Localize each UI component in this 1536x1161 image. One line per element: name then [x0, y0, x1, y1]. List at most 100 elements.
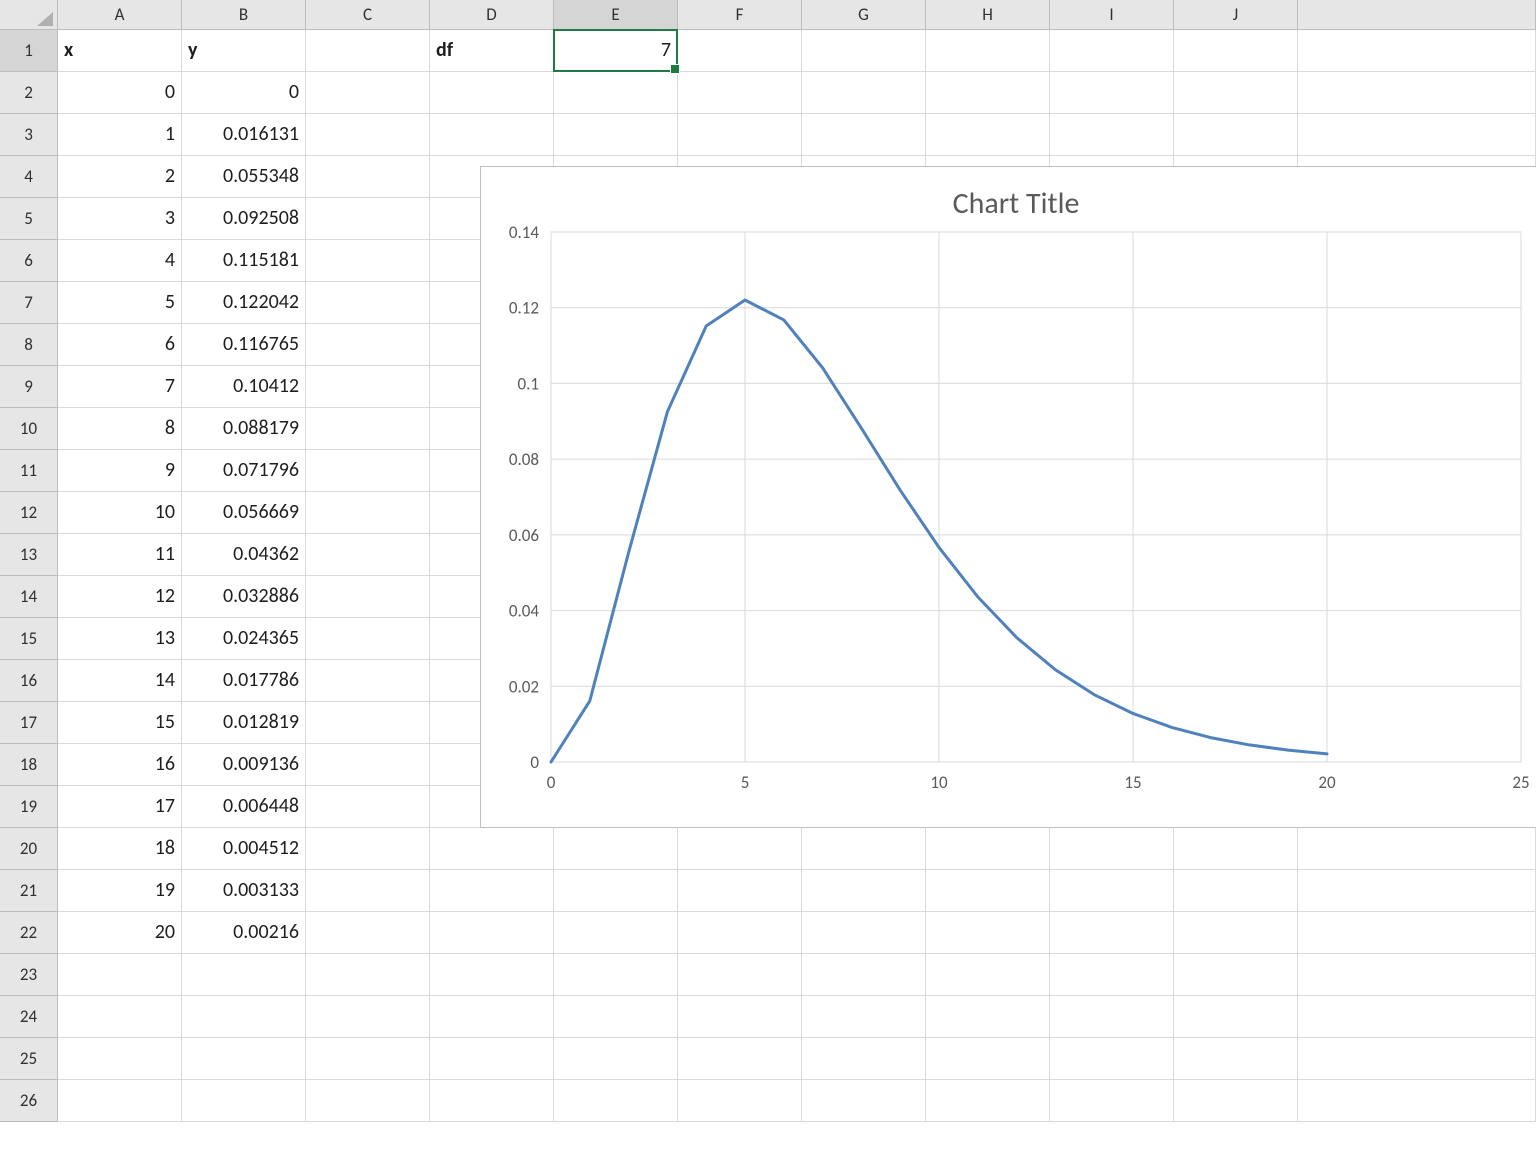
cell-E2[interactable] [554, 72, 678, 114]
col-header-I[interactable]: I [1050, 0, 1174, 29]
cell-A5[interactable]: 3 [58, 198, 182, 240]
col-header-H[interactable]: H [926, 0, 1050, 29]
cell-D24[interactable] [430, 996, 554, 1038]
cell-C7[interactable] [306, 282, 430, 324]
cell-H21[interactable] [926, 870, 1050, 912]
cell-I21[interactable] [1050, 870, 1174, 912]
cell-B10[interactable]: 0.088179 [182, 408, 306, 450]
cell-A4[interactable]: 2 [58, 156, 182, 198]
cell-H20[interactable] [926, 828, 1050, 870]
row-header-5[interactable]: 5 [0, 198, 58, 240]
cell-I3[interactable] [1050, 114, 1174, 156]
row-header-16[interactable]: 16 [0, 660, 58, 702]
cell-E24[interactable] [554, 996, 678, 1038]
cell-E1[interactable]: 7 [554, 30, 678, 72]
row-header-25[interactable]: 25 [0, 1038, 58, 1080]
cell-B15[interactable]: 0.024365 [182, 618, 306, 660]
row-header-7[interactable]: 7 [0, 282, 58, 324]
col-header-F[interactable]: F [678, 0, 802, 29]
cell-A6[interactable]: 4 [58, 240, 182, 282]
cell-C13[interactable] [306, 534, 430, 576]
cell-G20[interactable] [802, 828, 926, 870]
cell-A7[interactable]: 5 [58, 282, 182, 324]
select-all-corner[interactable] [0, 0, 58, 29]
cell-F25[interactable] [678, 1038, 802, 1080]
cell-B26[interactable] [182, 1080, 306, 1122]
row-header-9[interactable]: 9 [0, 366, 58, 408]
col-header-A[interactable]: A [58, 0, 182, 29]
cell-A26[interactable] [58, 1080, 182, 1122]
cell-B11[interactable]: 0.071796 [182, 450, 306, 492]
cell-F26[interactable] [678, 1080, 802, 1122]
row-header-12[interactable]: 12 [0, 492, 58, 534]
cell-B22[interactable]: 0.00216 [182, 912, 306, 954]
cell-B13[interactable]: 0.04362 [182, 534, 306, 576]
cell-H1[interactable] [926, 30, 1050, 72]
cell-J2[interactable] [1174, 72, 1298, 114]
row-header-15[interactable]: 15 [0, 618, 58, 660]
cell-C26[interactable] [306, 1080, 430, 1122]
cell-G25[interactable] [802, 1038, 926, 1080]
row-header-6[interactable]: 6 [0, 240, 58, 282]
row-header-11[interactable]: 11 [0, 450, 58, 492]
cell-C25[interactable] [306, 1038, 430, 1080]
cell-A11[interactable]: 9 [58, 450, 182, 492]
row-header-13[interactable]: 13 [0, 534, 58, 576]
row-header-17[interactable]: 17 [0, 702, 58, 744]
cell-E20[interactable] [554, 828, 678, 870]
cell-B18[interactable]: 0.009136 [182, 744, 306, 786]
cell-B7[interactable]: 0.122042 [182, 282, 306, 324]
cell-A21[interactable]: 19 [58, 870, 182, 912]
cell-I25[interactable] [1050, 1038, 1174, 1080]
row-header-24[interactable]: 24 [0, 996, 58, 1038]
cell-A2[interactable]: 0 [58, 72, 182, 114]
col-header-D[interactable]: D [430, 0, 554, 29]
cell-G2[interactable] [802, 72, 926, 114]
cell-A23[interactable] [58, 954, 182, 996]
cell-A17[interactable]: 15 [58, 702, 182, 744]
cell-A15[interactable]: 13 [58, 618, 182, 660]
cell-C19[interactable] [306, 786, 430, 828]
cell-F23[interactable] [678, 954, 802, 996]
cell-A12[interactable]: 10 [58, 492, 182, 534]
row-header-2[interactable]: 2 [0, 72, 58, 114]
cell-J26[interactable] [1174, 1080, 1298, 1122]
cell-F2[interactable] [678, 72, 802, 114]
cell-A1[interactable]: x [58, 30, 182, 72]
row-header-14[interactable]: 14 [0, 576, 58, 618]
cell-D3[interactable] [430, 114, 554, 156]
cell-H23[interactable] [926, 954, 1050, 996]
cell-B14[interactable]: 0.032886 [182, 576, 306, 618]
cell-H2[interactable] [926, 72, 1050, 114]
cell-J24[interactable] [1174, 996, 1298, 1038]
cell-E26[interactable] [554, 1080, 678, 1122]
cell-D23[interactable] [430, 954, 554, 996]
cell-D1[interactable]: df [430, 30, 554, 72]
row-header-10[interactable]: 10 [0, 408, 58, 450]
cell-C1[interactable] [306, 30, 430, 72]
cell-A20[interactable]: 18 [58, 828, 182, 870]
cell-B12[interactable]: 0.056669 [182, 492, 306, 534]
cell-I26[interactable] [1050, 1080, 1174, 1122]
cell-F3[interactable] [678, 114, 802, 156]
cell-J23[interactable] [1174, 954, 1298, 996]
cell-I24[interactable] [1050, 996, 1174, 1038]
cell-A10[interactable]: 8 [58, 408, 182, 450]
cell-G23[interactable] [802, 954, 926, 996]
cell-B5[interactable]: 0.092508 [182, 198, 306, 240]
cell-D25[interactable] [430, 1038, 554, 1080]
cell-E3[interactable] [554, 114, 678, 156]
cell-A18[interactable]: 16 [58, 744, 182, 786]
cell-B16[interactable]: 0.017786 [182, 660, 306, 702]
cell-A8[interactable]: 6 [58, 324, 182, 366]
cell-J21[interactable] [1174, 870, 1298, 912]
row-header-21[interactable]: 21 [0, 870, 58, 912]
cell-B17[interactable]: 0.012819 [182, 702, 306, 744]
cell-E23[interactable] [554, 954, 678, 996]
cell-B21[interactable]: 0.003133 [182, 870, 306, 912]
cell-A13[interactable]: 11 [58, 534, 182, 576]
row-header-22[interactable]: 22 [0, 912, 58, 954]
row-header-4[interactable]: 4 [0, 156, 58, 198]
row-header-23[interactable]: 23 [0, 954, 58, 996]
cell-A25[interactable] [58, 1038, 182, 1080]
